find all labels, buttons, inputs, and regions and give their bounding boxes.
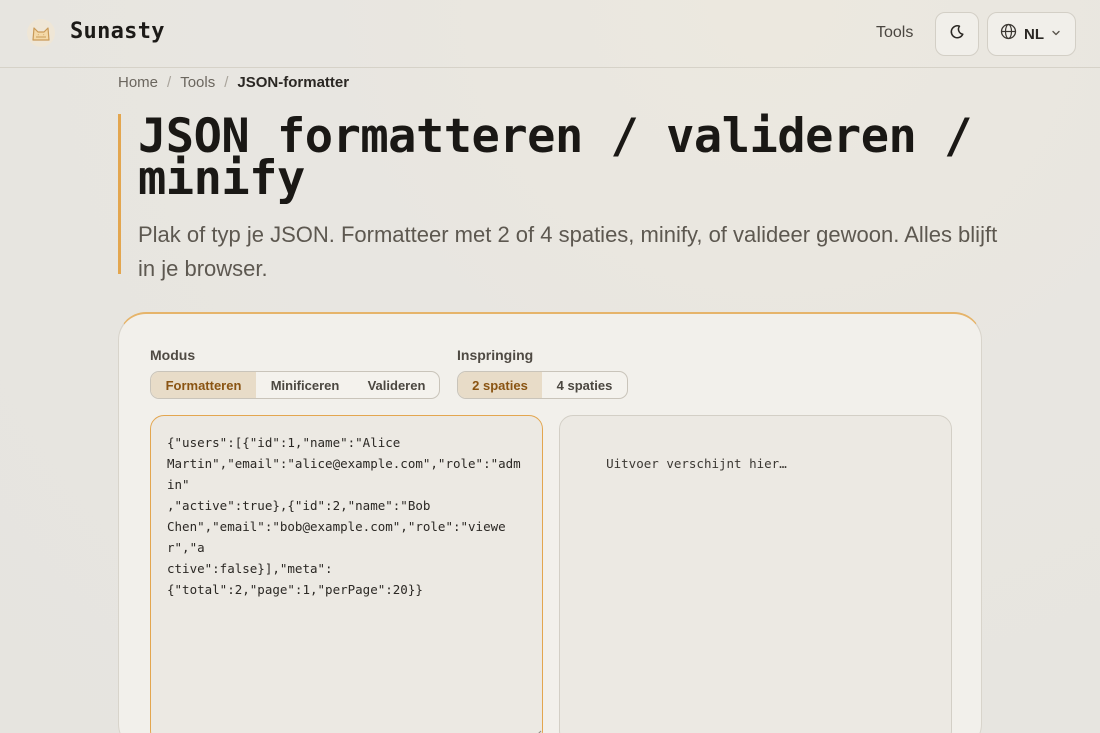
breadcrumb-separator: / <box>167 74 172 91</box>
nav-link-tools[interactable]: Tools <box>876 24 913 42</box>
page-title: JSON formatteren / valideren / minify <box>138 113 998 202</box>
input-line: ,"active":true},{"id":2,"name":"Bob <box>167 498 431 513</box>
page-title-line2: minify <box>138 151 305 206</box>
language-label: NL <box>1024 25 1044 43</box>
globe-icon <box>1000 23 1017 45</box>
page-subtitle: Plak of typ je JSON. Formatteer met 2 of… <box>138 222 998 281</box>
language-selector[interactable]: NL <box>987 12 1076 56</box>
breadcrumb-current: JSON-formatter <box>237 74 350 91</box>
json-output-area[interactable]: Uitvoer verschijnt hier… <box>559 415 952 733</box>
indent-label: Inspringing <box>457 347 534 363</box>
breadcrumb-separator: / <box>224 74 229 91</box>
input-line: Martin","email":"alice@example.com","rol… <box>167 456 521 492</box>
json-tool-card: Modus Formatteren Minificeren Valideren … <box>118 312 982 733</box>
breadcrumb: Home / Tools / JSON-formatter <box>118 74 349 91</box>
json-input-textarea[interactable]: {"users":[{"id":1,"name":"Alice Martin","… <box>150 415 543 733</box>
indent-2-spaces-button[interactable]: 2 spaties <box>458 372 542 398</box>
site-header: Sunasty Tools NL <box>0 0 1100 68</box>
breadcrumb-tools[interactable]: Tools <box>180 74 215 91</box>
mode-label: Modus <box>150 347 196 363</box>
chevron-down-icon <box>1051 25 1061 43</box>
input-line: {"users":[{"id":1,"name":"Alice <box>167 435 401 450</box>
input-line: ctive":false}],"meta": <box>167 561 333 576</box>
breadcrumb-home[interactable]: Home <box>118 74 158 91</box>
indent-4-spaces-button[interactable]: 4 spaties <box>542 372 627 398</box>
input-line: {"total":2,"page":1,"perPage":20}} <box>167 582 423 597</box>
cat-logo-icon[interactable] <box>26 18 56 48</box>
mode-minify-button[interactable]: Minificeren <box>256 372 354 398</box>
theme-toggle-button[interactable] <box>935 12 979 56</box>
indent-segmented-control: 2 spaties 4 spaties <box>457 371 628 399</box>
mode-validate-button[interactable]: Valideren <box>354 372 439 398</box>
resize-handle-icon[interactable] <box>530 726 542 733</box>
input-line: Chen","email":"bob@example.com","role":"… <box>167 519 506 555</box>
moon-icon <box>949 24 965 45</box>
brand-name[interactable]: Sunasty <box>70 19 165 44</box>
mode-segmented-control: Formatteren Minificeren Valideren <box>150 371 440 399</box>
output-placeholder: Uitvoer verschijnt hier… <box>606 456 787 471</box>
mode-format-button[interactable]: Formatteren <box>151 372 256 398</box>
page-heading: JSON formatteren / valideren / minify Pl… <box>118 113 998 281</box>
